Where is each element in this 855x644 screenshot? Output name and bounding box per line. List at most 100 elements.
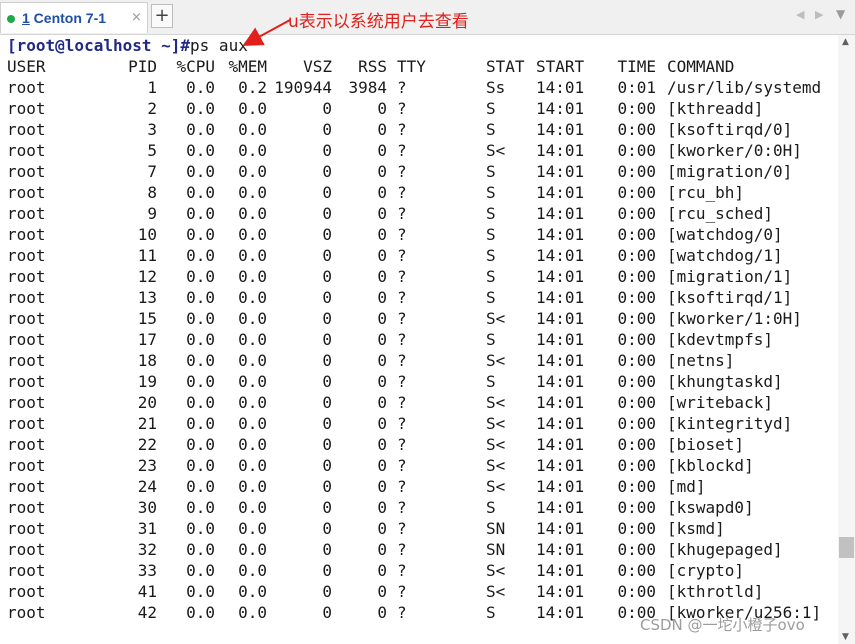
cell-command: [khungtaskd] [667,372,783,391]
terminal-output[interactable]: [root@localhost ~]#ps aux USER PID %CPU %ME… [0,35,838,644]
cell-time: 0:00 [617,183,656,202]
scroll-down-icon[interactable]: ▼ [842,632,849,642]
cell-tty: ? [397,477,407,496]
cell-vsz: 0 [322,372,332,391]
cell-vsz: 190944 [274,78,332,97]
cell-cpu: 0.0 [186,519,215,538]
cell-time: 0:00 [617,288,656,307]
cell-vsz: 0 [322,456,332,475]
tab-title[interactable]: 1 Centon 7-1 [22,10,106,26]
cell-user: root [7,477,46,496]
tab-list-menu-icon[interactable]: ▼ [836,7,845,21]
cell-rss: 0 [377,141,387,160]
session-tab[interactable]: 1 Centon 7-1 × [0,2,148,33]
cell-start: 14:01 [536,498,585,517]
cell-command: [migration/0] [667,162,793,181]
cell-time: 0:00 [617,120,656,139]
cell-command: [ksoftirqd/1] [667,288,793,307]
cell-cpu: 0.0 [186,582,215,601]
cell-cpu: 0.0 [186,141,215,160]
scroll-tabs-left-icon[interactable]: ◀ [796,8,804,21]
cell-cpu: 0.0 [186,330,215,349]
scroll-up-icon[interactable]: ▲ [842,37,849,47]
cell-start: 14:01 [536,435,585,454]
cell-vsz: 0 [322,288,332,307]
cell-start: 14:01 [536,288,585,307]
cell-time: 0:00 [617,414,656,433]
cell-vsz: 0 [322,267,332,286]
cell-time: 0:00 [617,330,656,349]
cell-mem: 0.0 [238,540,267,559]
cell-pid: 7 [147,162,157,181]
cell-pid: 42 [137,603,157,622]
cell-time: 0:00 [617,99,656,118]
cell-user: root [7,183,46,202]
cell-command: [watchdog/1] [667,246,783,265]
cell-tty: ? [397,141,407,160]
cell-command: [kintegrityd] [667,414,793,433]
cell-rss: 0 [377,477,387,496]
cell-rss: 0 [377,162,387,181]
cell-user: root [7,78,46,97]
cell-cpu: 0.0 [186,162,215,181]
cell-tty: ? [397,519,407,538]
scroll-tabs-right-icon[interactable]: ▶ [815,8,823,21]
cell-command: [ksmd] [667,519,725,538]
cell-cpu: 0.0 [186,372,215,391]
close-icon[interactable]: × [131,10,142,25]
cell-stat: SN [486,519,506,538]
vertical-scrollbar[interactable]: ▲ ▼ [838,35,855,644]
cell-start: 14:01 [536,519,585,538]
cell-start: 14:01 [536,372,585,391]
cell-tty: ? [397,288,407,307]
cell-mem: 0.0 [238,141,267,160]
cell-tty: ? [397,99,407,118]
cell-command: [md] [667,477,706,496]
cell-start: 14:01 [536,120,585,139]
cell-tty: ? [397,498,407,517]
add-tab-button[interactable]: + [151,4,173,28]
cell-cpu: 0.0 [186,267,215,286]
cell-pid: 12 [137,267,157,286]
cell-rss: 0 [377,288,387,307]
cell-rss: 0 [377,99,387,118]
cell-mem: 0.2 [238,78,267,97]
cell-command: [bioset] [667,435,745,454]
cell-rss: 0 [377,183,387,202]
cell-pid: 13 [137,288,157,307]
cell-vsz: 0 [322,99,332,118]
tab-number: 1 [22,10,30,26]
cell-vsz: 0 [322,204,332,223]
cell-start: 14:01 [536,99,585,118]
cell-cpu: 0.0 [186,603,215,622]
cell-rss: 0 [377,582,387,601]
cell-stat: S [486,99,496,118]
cell-stat: S< [486,561,506,580]
cell-cpu: 0.0 [186,99,215,118]
cell-pid: 19 [137,372,157,391]
column-header-cpu: %CPU [176,57,215,76]
cell-tty: ? [397,351,407,370]
cell-vsz: 0 [322,393,332,412]
cell-time: 0:01 [617,78,656,97]
cell-stat: S< [486,393,506,412]
cell-rss: 0 [377,330,387,349]
cell-command: [khugepaged] [667,540,783,559]
cell-user: root [7,162,46,181]
cell-rss: 0 [377,309,387,328]
cell-stat: S [486,204,496,223]
cell-tty: ? [397,414,407,433]
cell-command: [migration/1] [667,267,793,286]
cell-start: 14:01 [536,183,585,202]
cell-mem: 0.0 [238,393,267,412]
scrollbar-thumb[interactable] [839,537,854,558]
cell-vsz: 0 [322,309,332,328]
cell-cpu: 0.0 [186,414,215,433]
cell-rss: 0 [377,372,387,391]
cell-pid: 22 [137,435,157,454]
cell-rss: 0 [377,414,387,433]
cell-command: [kdevtmpfs] [667,330,773,349]
cell-stat: S [486,498,496,517]
cell-user: root [7,372,46,391]
cell-start: 14:01 [536,162,585,181]
